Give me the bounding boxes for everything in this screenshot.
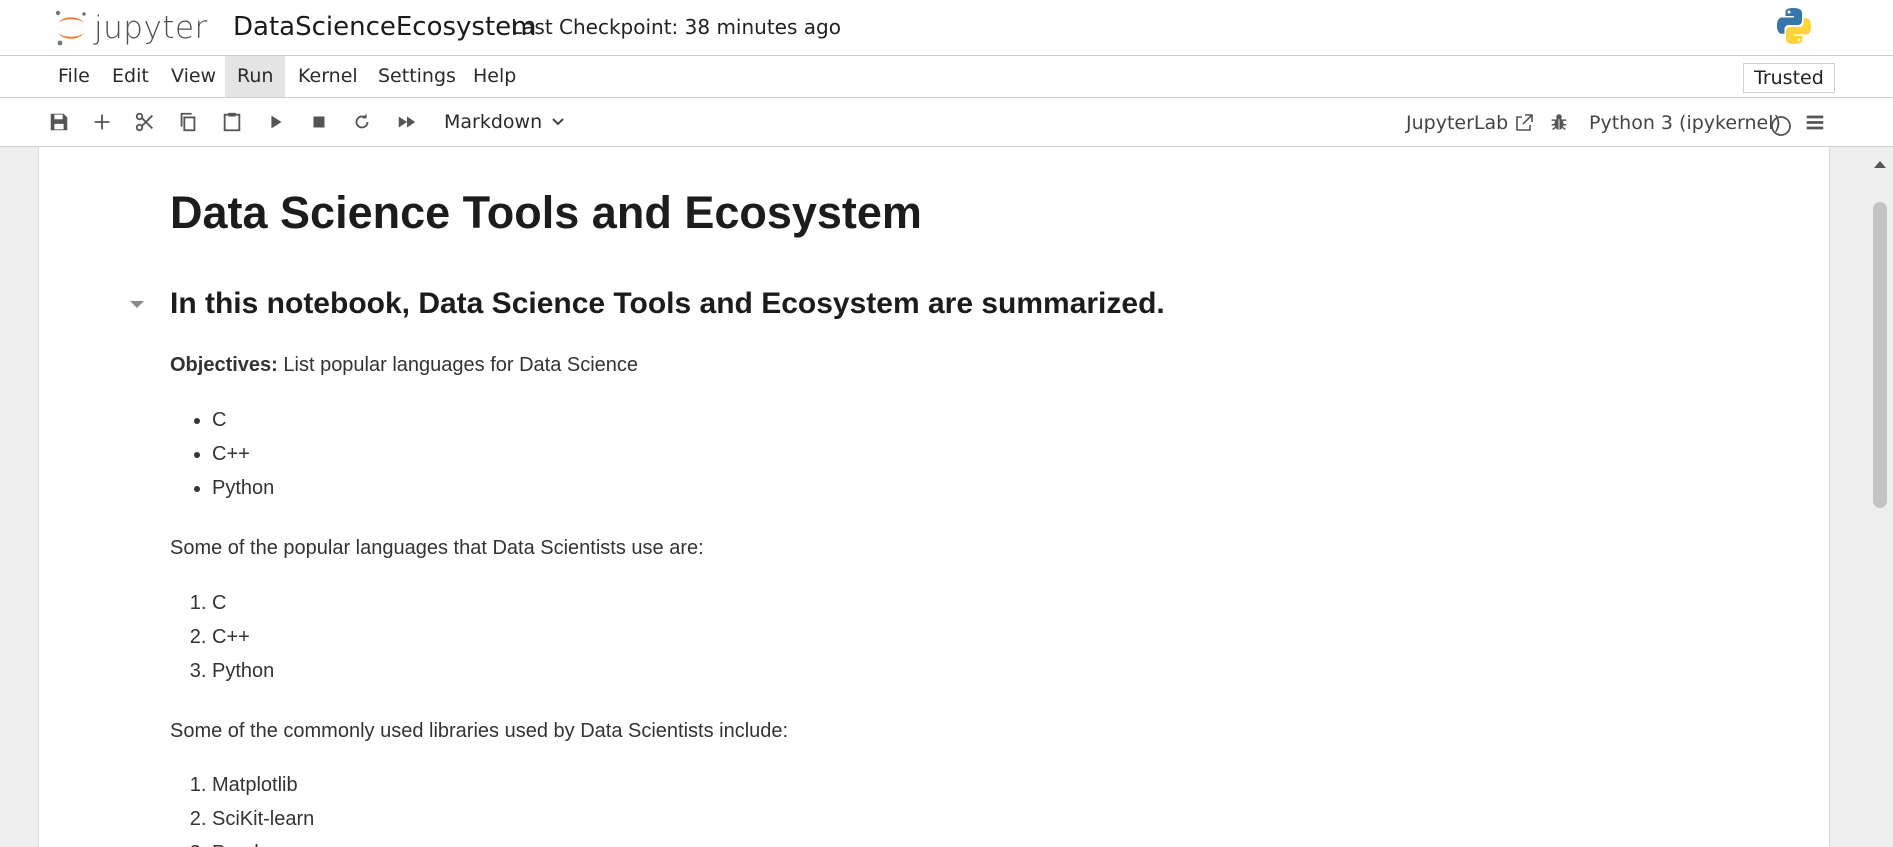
- menu-view[interactable]: View: [159, 56, 228, 97]
- copy-icon: [180, 112, 196, 132]
- list-item: Pandas: [212, 836, 1789, 847]
- restart-kernel-button[interactable]: [349, 109, 375, 135]
- list-item: Python: [212, 471, 1789, 505]
- cut-icon: [135, 112, 153, 132]
- hamburger-menu-icon: [1806, 115, 1824, 130]
- languages-list: C C++ Python: [170, 586, 1789, 688]
- paste-button[interactable]: [219, 109, 245, 135]
- external-link-icon: [1516, 114, 1534, 131]
- jupyter-logo-text: jupyter: [94, 10, 208, 46]
- objectives-paragraph: Objectives: List popular languages for D…: [170, 354, 1789, 377]
- objectives-text: List popular languages for Data Science: [277, 354, 639, 376]
- objectives-list: C C++ Python: [170, 403, 1789, 505]
- languages-intro: Some of the popular languages that Data …: [170, 537, 704, 559]
- notebook-menu-button[interactable]: [1802, 109, 1828, 135]
- list-item: C++: [212, 437, 1789, 471]
- restart-icon: [355, 113, 369, 129]
- save-button[interactable]: [46, 109, 72, 135]
- run-cell-button[interactable]: [263, 109, 289, 135]
- notebook-panel: Data Science Tools and Ecosystem In this…: [38, 147, 1830, 847]
- cut-button[interactable]: [132, 109, 158, 135]
- list-item: C: [212, 403, 1789, 437]
- jupyter-logo[interactable]: jupyter: [54, 6, 208, 50]
- jupyterlab-label: JupyterLab: [1406, 112, 1509, 134]
- menu-run[interactable]: Run: [225, 56, 286, 97]
- objectives-label: Objectives:: [170, 354, 278, 376]
- notebook-heading-2: In this notebook, Data Science Tools and…: [170, 287, 1165, 320]
- fast-forward-icon: [398, 116, 416, 128]
- menu-help[interactable]: Help: [461, 56, 528, 97]
- jupyter-logo-icon: [55, 10, 86, 46]
- list-item: SciKit-learn: [212, 802, 1789, 836]
- copy-button[interactable]: [175, 109, 201, 135]
- save-icon: [50, 113, 68, 131]
- paste-icon: [223, 112, 241, 132]
- menu-kernel[interactable]: Kernel: [286, 56, 370, 97]
- libraries-list: Matplotlib SciKit-learn Pandas: [170, 768, 1789, 847]
- add-cell-icon: [94, 114, 110, 130]
- debugger-button[interactable]: [1546, 109, 1572, 135]
- libraries-intro: Some of the commonly used libraries used…: [170, 720, 789, 742]
- menu-file[interactable]: File: [46, 56, 102, 97]
- notebook-title[interactable]: DataScienceEcosystem: [233, 12, 537, 42]
- list-item: C++: [212, 620, 1789, 654]
- restart-run-all-button[interactable]: [394, 109, 420, 135]
- python-logo-icon: [1777, 8, 1811, 44]
- cell-type-select[interactable]: Markdown: [444, 109, 566, 135]
- stop-icon: [313, 116, 325, 128]
- cell-type-value: Markdown: [444, 111, 543, 133]
- kernel-name[interactable]: Python 3 (ipykernel): [1589, 109, 1781, 137]
- top-header: jupyter DataScienceEcosystem Last Checkp…: [0, 0, 1893, 56]
- list-item: Python: [212, 654, 1789, 688]
- menu-bar: File Edit View Run Kernel Settings Help …: [0, 56, 1893, 98]
- run-icon: [271, 115, 282, 129]
- add-cell-button[interactable]: [89, 109, 115, 135]
- interrupt-kernel-button[interactable]: [306, 109, 332, 135]
- chevron-down-icon: [552, 118, 564, 126]
- list-item: C: [212, 586, 1789, 620]
- last-checkpoint-status: Last Checkpoint: 38 minutes ago: [511, 15, 841, 39]
- scroll-up-arrow-icon[interactable]: [1872, 158, 1888, 170]
- bug-icon: [1551, 114, 1567, 130]
- collapse-heading-caret-icon[interactable]: [128, 297, 146, 311]
- kernel-status-idle-icon: [1771, 116, 1791, 136]
- menu-settings[interactable]: Settings: [366, 56, 468, 97]
- open-jupyterlab-link[interactable]: JupyterLab: [1406, 109, 1534, 137]
- notebook-toolbar: Markdown JupyterLab Python 3 (ipykernel): [0, 98, 1893, 147]
- scrollbar-thumb[interactable]: [1873, 202, 1887, 508]
- notebook-heading-1: Data Science Tools and Ecosystem: [170, 187, 922, 238]
- menu-edit[interactable]: Edit: [100, 56, 161, 97]
- trusted-indicator[interactable]: Trusted: [1743, 63, 1835, 93]
- list-item: Matplotlib: [212, 768, 1789, 802]
